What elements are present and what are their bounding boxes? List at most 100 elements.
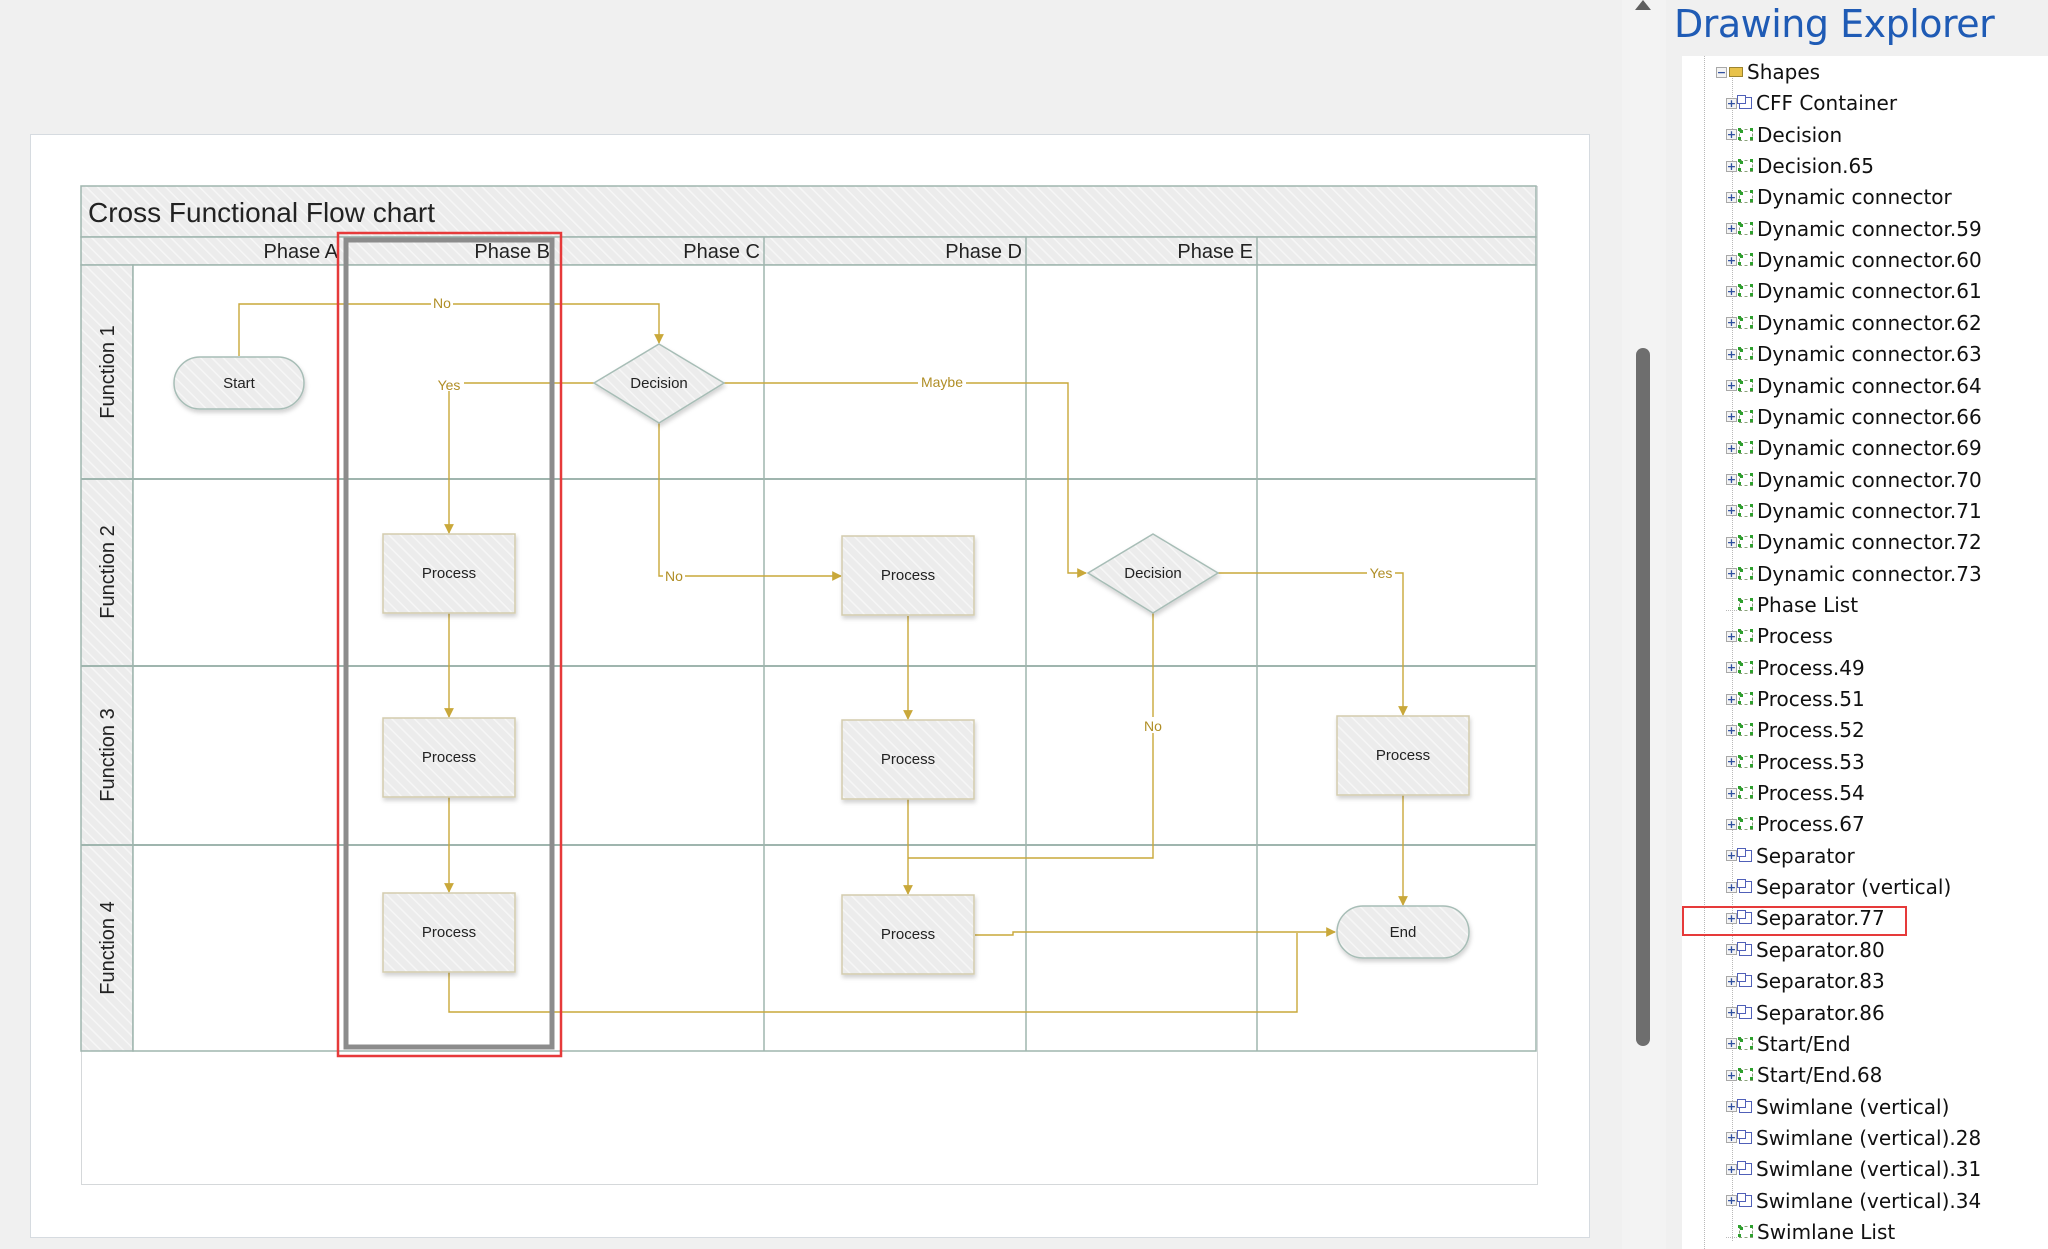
diagram-title[interactable]: Cross Functional Flow chart (88, 197, 435, 228)
tree-item[interactable]: + Dynamic connector.69 (1726, 434, 1982, 462)
tree-item[interactable]: + Process.52 (1726, 716, 1865, 744)
tree-item[interactable]: + Swimlane (vertical) (1726, 1093, 1949, 1121)
expand-icon[interactable]: + (1726, 160, 1737, 172)
expand-icon[interactable]: + (1726, 536, 1737, 548)
tree-item[interactable]: + Process.51 (1726, 685, 1865, 713)
tree-item[interactable]: + Separator.86 (1726, 999, 1885, 1027)
tree-item[interactable]: + Process.67 (1726, 810, 1865, 838)
tree-item[interactable]: + Separator.80 (1726, 936, 1885, 964)
tree-item[interactable]: + Dynamic connector.60 (1726, 246, 1982, 274)
container-shape-icon (1737, 879, 1752, 894)
expand-icon[interactable]: + (1726, 129, 1737, 141)
tree-item[interactable]: + Start/End (1726, 1030, 1851, 1058)
tree-item[interactable]: + Process.53 (1726, 748, 1865, 776)
expand-icon[interactable]: + (1726, 97, 1737, 109)
tree-item-label: Dynamic connector.72 (1757, 530, 1982, 555)
tree-item-label: Process (1757, 624, 1833, 649)
tree-item[interactable]: + Swimlane (vertical).31 (1726, 1155, 1981, 1183)
function-label-2[interactable]: Function 2 (97, 525, 119, 618)
tree-item[interactable]: + Dynamic connector.70 (1726, 466, 1982, 494)
expand-icon[interactable]: + (1726, 317, 1737, 329)
expand-icon[interactable]: + (1726, 505, 1737, 517)
phase-label-d[interactable]: Phase D (945, 241, 1022, 263)
tree-item-label: Separator.86 (1756, 1000, 1885, 1025)
function-label-4[interactable]: Function 4 (97, 901, 119, 994)
tree-item[interactable]: + Separator.83 (1726, 967, 1885, 995)
tree-item[interactable]: + CFF Container (1726, 89, 1897, 117)
expand-icon[interactable]: + (1726, 975, 1737, 987)
drawing-canvas[interactable]: Cross Functional Flow chart Phase A Phas… (0, 0, 1620, 1249)
phase-label-a[interactable]: Phase A (263, 241, 338, 263)
tree-item[interactable]: + Swimlane (vertical).28 (1726, 1124, 1981, 1152)
expand-icon[interactable]: + (1726, 1038, 1737, 1050)
phase-label-e[interactable]: Phase E (1177, 241, 1253, 263)
expand-icon[interactable]: + (1726, 1007, 1737, 1018)
expand-icon[interactable]: + (1726, 1069, 1737, 1081)
expand-icon[interactable]: + (1726, 380, 1737, 391)
start-label: Start (223, 375, 256, 392)
tree-item[interactable]: + Process (1726, 622, 1833, 650)
expand-icon[interactable]: + (1726, 787, 1737, 799)
collapse-icon[interactable]: − (1716, 66, 1727, 78)
expand-icon[interactable]: + (1726, 630, 1737, 642)
expand-icon[interactable]: + (1726, 285, 1737, 297)
scrollbar-thumb[interactable] (1636, 348, 1650, 1046)
container-shape-icon (1737, 1098, 1752, 1113)
tree-item[interactable]: + Dynamic connector (1726, 183, 1952, 211)
process-label: Process (881, 926, 935, 943)
expand-icon[interactable]: + (1726, 1132, 1737, 1144)
expand-icon[interactable]: + (1726, 442, 1737, 454)
expand-icon[interactable]: + (1726, 662, 1737, 674)
tree-item[interactable]: + Process.54 (1726, 779, 1865, 807)
expand-icon[interactable]: + (1726, 850, 1737, 862)
tree-item[interactable]: + Dynamic connector.63 (1726, 340, 1982, 368)
tree-item-label: Dynamic connector.64 (1757, 373, 1982, 398)
expand-icon[interactable]: + (1726, 223, 1737, 235)
cross-functional-flowchart[interactable]: Cross Functional Flow chart Phase A Phas… (0, 0, 1620, 1249)
tree-item[interactable]: Phase List (1726, 591, 1858, 619)
tree-item[interactable]: + Dynamic connector.62 (1726, 309, 1982, 337)
phase-label-b[interactable]: Phase B (474, 241, 550, 263)
tree-item[interactable]: + Decision.65 (1726, 152, 1874, 180)
expand-icon[interactable]: + (1726, 881, 1737, 893)
shape-icon (1738, 347, 1753, 361)
expand-icon[interactable]: + (1726, 818, 1737, 830)
tree-item[interactable]: + Dynamic connector.61 (1726, 277, 1982, 305)
tree-item[interactable]: + Dynamic connector.71 (1726, 497, 1982, 525)
tree-item[interactable]: + Dynamic connector.66 (1726, 403, 1982, 431)
shape-icon (1738, 1068, 1753, 1082)
expand-icon[interactable]: + (1726, 756, 1737, 768)
scroll-up-arrow-icon[interactable] (1635, 0, 1651, 10)
tree-item[interactable]: + Swimlane (vertical).34 (1726, 1187, 1981, 1215)
expand-icon[interactable]: + (1726, 944, 1737, 956)
tree-item[interactable]: + Decision (1726, 121, 1842, 149)
shape-icon (1738, 629, 1753, 643)
tree-item[interactable]: + Start/End.68 (1726, 1061, 1882, 1089)
tree-item[interactable]: + Process.49 (1726, 654, 1865, 682)
phase-label-c[interactable]: Phase C (683, 241, 760, 263)
container-shape-icon (1737, 941, 1752, 956)
expand-icon[interactable]: + (1726, 411, 1737, 423)
tree-item[interactable]: + Dynamic connector.59 (1726, 215, 1982, 243)
tree-item[interactable]: + Dynamic connector.73 (1726, 560, 1982, 588)
expand-icon[interactable]: + (1726, 254, 1737, 266)
expand-icon[interactable]: + (1726, 724, 1737, 736)
tree-item-label: CFF Container (1756, 91, 1898, 116)
tree-item[interactable]: Swimlane List (1726, 1218, 1895, 1246)
tree-node-shapes[interactable]: − Shapes (1716, 58, 1820, 86)
expand-icon[interactable]: + (1726, 191, 1737, 203)
expand-icon[interactable]: + (1726, 474, 1737, 486)
expand-icon[interactable]: + (1726, 1101, 1737, 1113)
expand-icon[interactable]: + (1726, 1195, 1737, 1207)
function-label-3[interactable]: Function 3 (97, 708, 119, 801)
expand-icon[interactable]: + (1726, 1163, 1737, 1175)
expand-icon[interactable]: + (1726, 568, 1737, 580)
expand-icon[interactable]: + (1726, 693, 1737, 705)
expand-icon[interactable]: + (1726, 348, 1737, 360)
tree-item[interactable]: + Separator (1726, 842, 1855, 870)
function-label-1[interactable]: Function 1 (97, 325, 119, 418)
explorer-tree[interactable]: − Shapes + CFF Container + Decision + Decisio… (1682, 56, 2048, 1249)
tree-item[interactable]: + Separator (vertical) (1726, 873, 1951, 901)
tree-item[interactable]: + Dynamic connector.72 (1726, 528, 1982, 556)
tree-item[interactable]: + Dynamic connector.64 (1726, 372, 1982, 400)
